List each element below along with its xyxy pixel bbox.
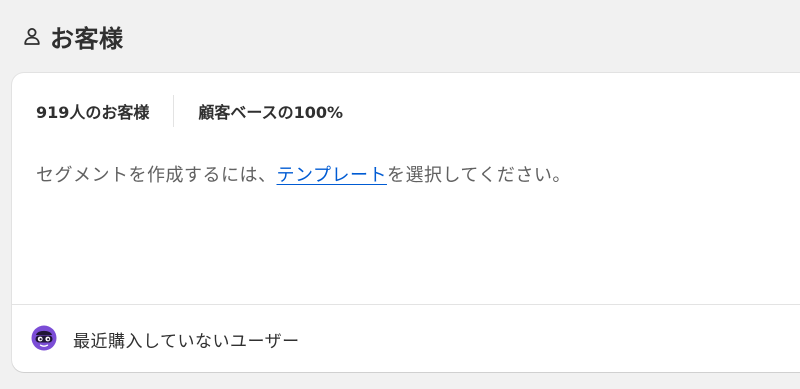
mascot-avatar-icon <box>31 325 57 351</box>
segment-hint: セグメントを作成するには、テンプレートを選択してください。 <box>36 161 571 187</box>
page-title: お客様 <box>50 24 124 53</box>
segment-suggestion[interactable]: 最近購入していないユーザー <box>12 304 800 372</box>
customer-base-percent: 顧客ベースの100% <box>198 103 344 122</box>
hint-suffix: を選択してください。 <box>386 165 571 186</box>
page-header: お客様 <box>22 18 124 54</box>
stat-divider <box>173 95 175 127</box>
person-icon <box>22 26 42 46</box>
customer-count: 919人のお客様 <box>36 103 150 122</box>
segment-suggestion-label: 最近購入していないユーザー <box>73 332 300 352</box>
hint-prefix: セグメントを作成するには、 <box>36 165 277 186</box>
customers-card: 919人のお客様 顧客ベースの100% セグメントを作成するには、テンプレートを… <box>12 73 800 372</box>
stats-row: 919人のお客様 顧客ベースの100% <box>36 95 343 127</box>
template-link[interactable]: テンプレート <box>277 165 387 186</box>
